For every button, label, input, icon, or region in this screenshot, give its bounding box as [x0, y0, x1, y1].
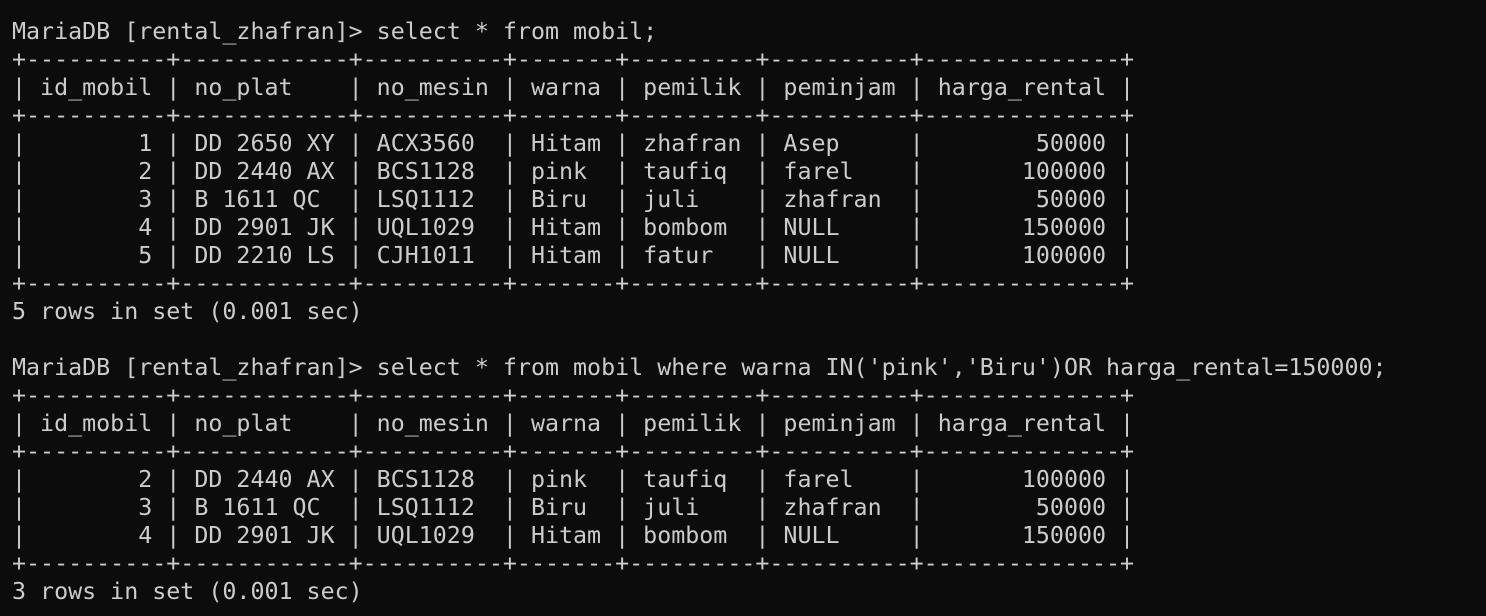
table-border: +----------+------------+----------+----… — [12, 550, 1135, 577]
table-border: +----------+------------+----------+----… — [12, 102, 1135, 129]
prompt-command: MariaDB [rental_zhafran]> select * from … — [12, 354, 1387, 381]
table-row: | 2 | DD 2440 AX | BCS1128 | pink | tauf… — [12, 158, 1135, 185]
table-row: | 4 | DD 2901 JK | UQL1029 | Hitam | bom… — [12, 522, 1135, 549]
table-header: | id_mobil | no_plat | no_mesin | warna … — [12, 410, 1135, 437]
result-summary: 3 rows in set (0.001 sec) — [12, 578, 363, 605]
terminal-window[interactable]: MariaDB [rental_zhafran]> select * from … — [0, 0, 1486, 616]
table-row: | 2 | DD 2440 AX | BCS1128 | pink | tauf… — [12, 466, 1135, 493]
prompt-command: MariaDB [rental_zhafran]> select * from … — [12, 18, 658, 45]
table-border: +----------+------------+----------+----… — [12, 270, 1135, 297]
table-border: +----------+------------+----------+----… — [12, 46, 1135, 73]
table-row: | 5 | DD 2210 LS | CJH1011 | Hitam | fat… — [12, 242, 1135, 269]
table-row: | 1 | DD 2650 XY | ACX3560 | Hitam | zha… — [12, 130, 1135, 157]
table-row: | 4 | DD 2901 JK | UQL1029 | Hitam | bom… — [12, 214, 1135, 241]
table-border: +----------+------------+----------+----… — [12, 438, 1135, 465]
table-row: | 3 | B 1611 QC | LSQ1112 | Biru | juli … — [12, 186, 1135, 213]
table-row: | 3 | B 1611 QC | LSQ1112 | Biru | juli … — [12, 494, 1135, 521]
table-border: +----------+------------+----------+----… — [12, 382, 1135, 409]
table-header: | id_mobil | no_plat | no_mesin | warna … — [12, 74, 1135, 101]
result-summary: 5 rows in set (0.001 sec) — [12, 298, 363, 325]
